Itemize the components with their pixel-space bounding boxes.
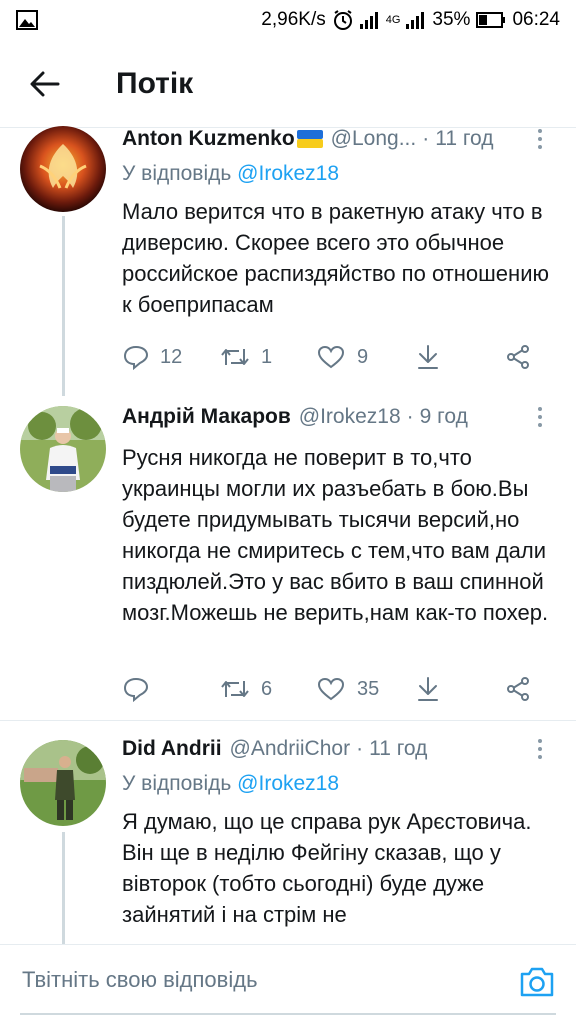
app-header: Потік: [0, 40, 576, 128]
tweet-divider: [0, 720, 576, 721]
avatar[interactable]: [20, 740, 106, 826]
tweet-time: 9 год: [419, 405, 468, 428]
reply-button[interactable]: 12: [122, 344, 219, 370]
reply-mention[interactable]: @Irokez18: [237, 162, 339, 185]
download-button[interactable]: [415, 675, 505, 703]
user-handle[interactable]: @Long...: [331, 127, 417, 151]
ukraine-flag-icon: [296, 130, 323, 148]
thread-line: [62, 832, 65, 944]
reply-input[interactable]: Твітніть свою відповідь: [22, 967, 258, 993]
reply-prefix: У відповідь: [122, 162, 232, 185]
camera-icon: [520, 967, 554, 997]
network-speed: 2,96K/s: [261, 9, 326, 30]
reply-count: 12: [160, 345, 183, 368]
network-type: 4G: [385, 14, 401, 26]
tweet[interactable]: Андрій Макаров @Irokez18 · 9 год Русня н…: [0, 396, 576, 718]
like-count: 9: [357, 345, 369, 368]
share-button[interactable]: [505, 344, 531, 370]
clock: 06:24: [512, 9, 560, 30]
more-options-button[interactable]: [530, 734, 550, 764]
tweet[interactable]: Anton Kuzmenko @Long... · 11 год У відпо…: [0, 124, 576, 396]
download-button[interactable]: [415, 343, 505, 371]
comment-icon: [123, 677, 149, 702]
tweet-time: 11 год: [435, 127, 494, 150]
reply-prefix: У відповідь: [122, 772, 232, 795]
tweet-time: 11 год: [369, 737, 428, 760]
camera-button[interactable]: [518, 965, 556, 999]
retweet-button[interactable]: 1: [219, 345, 317, 369]
gallery-icon: [16, 10, 38, 30]
like-button[interactable]: 9: [317, 344, 415, 370]
like-button[interactable]: 35: [317, 676, 415, 702]
heart-icon: [317, 677, 345, 701]
user-name[interactable]: Anton Kuzmenko: [122, 127, 295, 151]
reply-bar: Твітніть свою відповідь: [0, 944, 576, 1024]
retweet-count: 6: [261, 677, 273, 700]
signal-4g-icon: [406, 11, 426, 29]
avatar[interactable]: [20, 126, 106, 212]
more-options-button[interactable]: [530, 124, 550, 154]
reply-button[interactable]: [122, 676, 219, 702]
comment-icon: [123, 345, 149, 370]
tweet-actions: 6 35: [122, 672, 552, 706]
status-bar: 2,96K/s 4G 35% 06:24: [0, 0, 576, 40]
tweet-text: Мало верится что в ракетную атаку что в …: [122, 199, 549, 317]
reply-context: У відповідь @Irokez18: [122, 772, 560, 796]
user-name[interactable]: Did Andrii: [122, 737, 222, 761]
tweet-text: Я думаю, що це справа рук Арєстовича. Ві…: [122, 809, 532, 927]
retweet-button[interactable]: 6: [219, 677, 317, 701]
arrow-left-icon: [30, 71, 60, 96]
separator: ·: [356, 737, 364, 760]
share-button[interactable]: [505, 676, 531, 702]
battery-percent: 35%: [432, 9, 471, 30]
retweet-icon: [221, 349, 249, 365]
download-icon: [418, 677, 438, 701]
retweet-icon: [221, 681, 249, 697]
thread-line: [62, 216, 65, 396]
share-icon: [507, 345, 529, 369]
alarm-icon: [332, 9, 354, 31]
reply-mention[interactable]: @Irokez18: [237, 772, 339, 795]
retweet-count: 1: [261, 345, 273, 368]
avatar[interactable]: [20, 406, 106, 492]
separator: ·: [422, 127, 430, 150]
download-icon: [418, 345, 438, 369]
page-title: Потік: [116, 66, 194, 100]
reply-input-underline: [20, 1013, 556, 1015]
separator: ·: [406, 405, 414, 428]
back-button[interactable]: [0, 40, 90, 128]
more-options-button[interactable]: [530, 402, 550, 432]
share-icon: [507, 677, 529, 701]
tweet-text: Русня никогда не поверит в то,что украин…: [122, 445, 549, 625]
user-name[interactable]: Андрій Макаров: [122, 405, 291, 429]
tweet[interactable]: Did Andrii @AndriiChor · 11 год У відпов…: [0, 722, 576, 944]
battery-icon: [476, 11, 506, 29]
user-handle[interactable]: @Irokez18: [299, 405, 401, 429]
like-count: 35: [357, 677, 380, 700]
tweet-actions: 12 1 9: [122, 340, 552, 374]
heart-icon: [317, 345, 345, 369]
user-handle[interactable]: @AndriiChor: [230, 737, 351, 761]
reply-context: У відповідь @Irokez18: [122, 162, 560, 186]
signal-icon: [359, 11, 380, 29]
